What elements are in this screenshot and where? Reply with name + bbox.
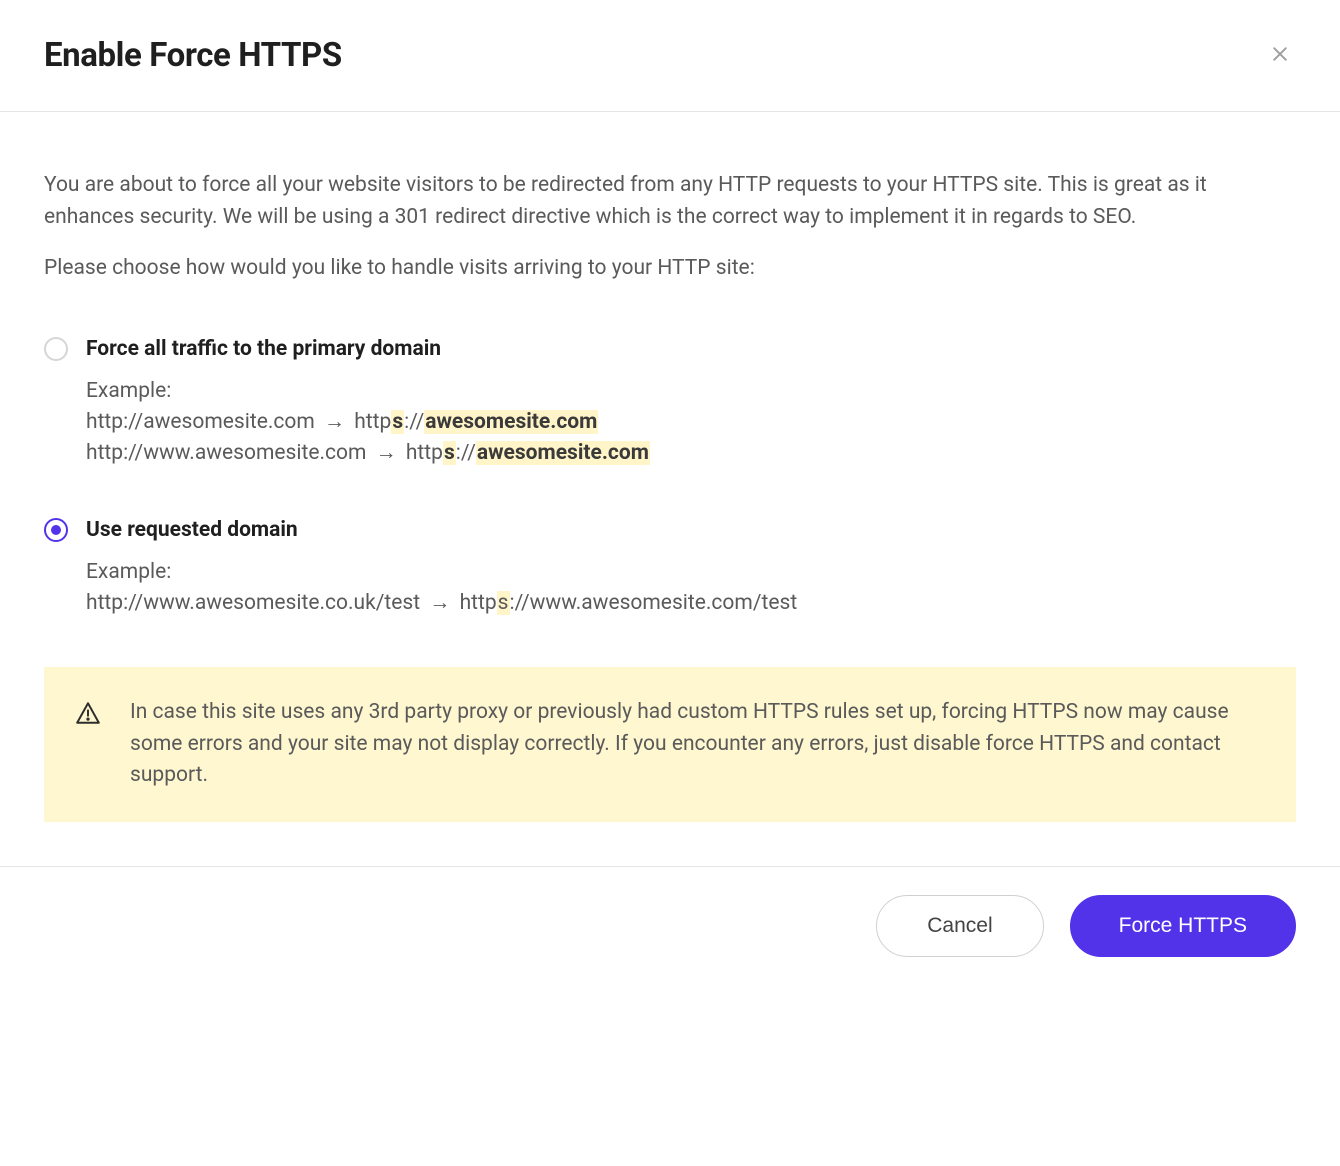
arrow-icon: → [429,591,450,615]
close-button[interactable] [1264,38,1296,73]
warning-box: In case this site uses any 3rd party pro… [44,667,1296,822]
example-title-requested: Example: [86,560,1296,584]
example-from: http://awesomesite.com [86,410,315,434]
modal-body: You are about to force all your website … [0,112,1340,866]
example-domain-highlight: awesomesite.com [424,410,598,434]
radio-button-requested[interactable] [44,518,68,542]
radio-button-primary[interactable] [44,337,68,361]
modal-header: Enable Force HTTPS [0,0,1340,112]
example-http: http [354,410,391,434]
example-sep: :// [456,441,476,465]
force-https-button[interactable]: Force HTTPS [1070,895,1296,957]
intro-text: You are about to force all your website … [44,170,1296,285]
example-block-primary: Example: http://awesomesite.com → https:… [44,379,1296,470]
example-rest: ://www.awesomesite.com/test [510,591,798,615]
choose-prompt: Please choose how would you like to hand… [44,253,1296,285]
cancel-button[interactable]: Cancel [876,895,1043,957]
example-line-3: http://www.awesomesite.co.uk/test → http… [86,588,1296,620]
radio-row-primary[interactable]: Force all traffic to the primary domain [44,337,1296,361]
example-from: http://www.awesomesite.com [86,441,366,465]
arrow-icon: → [376,441,397,465]
intro-paragraph: You are about to force all your website … [44,170,1296,233]
radio-label-primary: Force all traffic to the primary domain [86,337,441,361]
arrow-icon: → [324,410,345,434]
example-from: http://www.awesomesite.co.uk/test [86,591,420,615]
example-http: http [460,591,497,615]
example-title-primary: Example: [86,379,1296,403]
example-s-highlight: s [443,441,456,465]
option-requested-domain: Use requested domain Example: http://www… [44,518,1296,620]
example-block-requested: Example: http://www.awesomesite.co.uk/te… [44,560,1296,620]
example-s-highlight: s [497,591,510,615]
example-line-1: http://awesomesite.com → https://awesome… [86,407,1296,439]
option-primary-domain: Force all traffic to the primary domain … [44,337,1296,470]
modal-footer: Cancel Force HTTPS [0,866,1340,997]
radio-label-requested: Use requested domain [86,518,298,542]
example-s-highlight: s [391,410,404,434]
warning-icon [74,699,102,727]
example-line-2: http://www.awesomesite.com → https://awe… [86,438,1296,470]
warning-text: In case this site uses any 3rd party pro… [130,697,1266,792]
close-icon [1270,44,1290,67]
modal-title: Enable Force HTTPS [44,36,342,75]
example-sep: :// [404,410,424,434]
example-domain-highlight: awesomesite.com [476,441,650,465]
example-http: http [406,441,443,465]
radio-inner-dot [51,525,61,535]
radio-row-requested[interactable]: Use requested domain [44,518,1296,542]
